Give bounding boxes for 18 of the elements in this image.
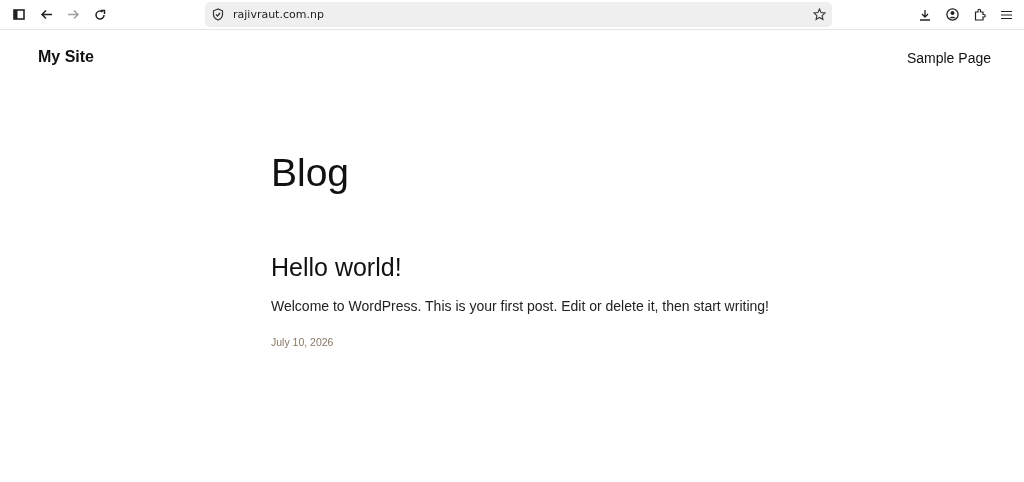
post-title[interactable]: Hello world! <box>271 252 402 282</box>
extensions-icon[interactable] <box>974 8 986 21</box>
bookmark-star-icon[interactable] <box>813 8 826 21</box>
account-icon[interactable] <box>946 8 959 21</box>
sidebar-icon <box>13 9 25 20</box>
post-excerpt: Welcome to WordPress. This is your first post. Edit or delete it, then start writing! <box>271 298 769 314</box>
reload-icon <box>94 8 106 21</box>
download-icon[interactable] <box>919 8 931 21</box>
url-text: rajivraut.com.np <box>233 8 325 21</box>
nav-link[interactable]: Sample Page <box>906 49 991 66</box>
post-date: July 10, 2026 <box>271 336 334 348</box>
page-heading: Blog <box>271 150 351 196</box>
forward-arrow-icon <box>66 9 80 20</box>
back-arrow-icon <box>39 9 53 20</box>
address-bar[interactable]: rajivraut.com.np <box>205 2 832 27</box>
menu-icon[interactable] <box>1001 9 1012 20</box>
site-title[interactable]: My Site <box>38 48 94 66</box>
shield-icon <box>212 8 224 21</box>
